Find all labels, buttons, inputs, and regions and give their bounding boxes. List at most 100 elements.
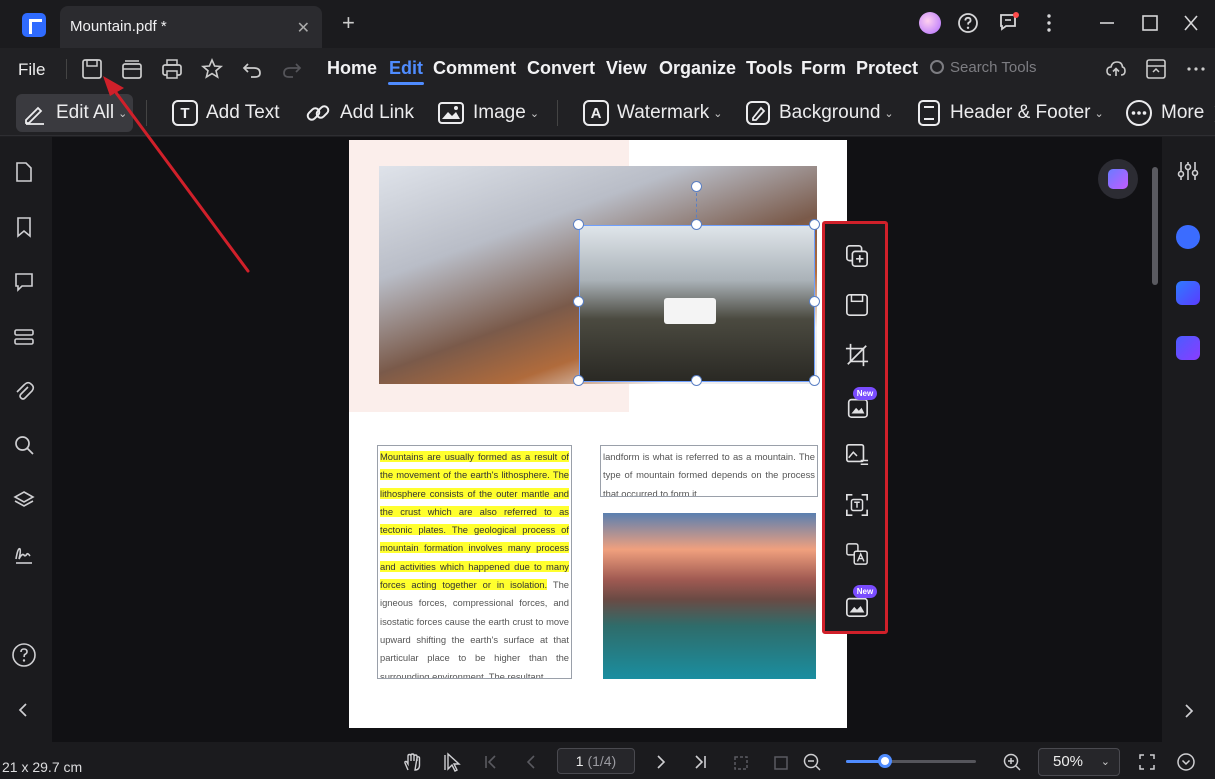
menu-organize[interactable]: Organize <box>659 58 736 79</box>
text-icon: T <box>172 100 198 126</box>
tab-close-icon[interactable]: ✕ <box>297 18 310 38</box>
header-footer-icon <box>918 100 940 126</box>
menu-protect[interactable]: Protect <box>856 58 918 79</box>
redo-icon[interactable] <box>280 57 304 81</box>
print-icon[interactable] <box>160 57 184 81</box>
add-link-button[interactable]: Add Link <box>304 94 414 132</box>
more-vertical-icon[interactable] <box>1040 12 1058 34</box>
check-app-icon[interactable] <box>1176 336 1200 360</box>
collapse-left-icon[interactable] <box>15 699 33 721</box>
file-menu[interactable]: File <box>18 60 45 80</box>
save-icon[interactable] <box>80 57 104 81</box>
menu-comment[interactable]: Comment <box>433 58 516 79</box>
select-tool-icon[interactable] <box>443 752 463 772</box>
page-thumbnail-icon[interactable] <box>13 161 35 183</box>
crop-icon[interactable] <box>844 343 870 367</box>
resize-handle[interactable] <box>691 375 702 386</box>
rotate-left-icon[interactable] <box>731 752 751 772</box>
properties-icon[interactable] <box>1176 159 1200 183</box>
minimize-icon[interactable] <box>1098 12 1116 34</box>
rotate-right-icon[interactable] <box>771 752 791 772</box>
notification-dot <box>1013 12 1019 18</box>
last-page-icon[interactable] <box>691 752 709 772</box>
layers-icon[interactable] <box>13 489 35 511</box>
maximize-icon[interactable] <box>1141 12 1159 34</box>
toolbar-separator <box>146 100 147 126</box>
selected-jeep-image[interactable] <box>579 225 815 382</box>
help-icon[interactable] <box>957 12 979 34</box>
translate-app-icon[interactable] <box>1176 281 1200 305</box>
attachment-icon[interactable] <box>13 380 35 402</box>
translate-icon[interactable] <box>844 542 870 566</box>
more-button[interactable]: More❯ <box>1125 94 1215 132</box>
next-page-icon[interactable] <box>652 752 670 772</box>
vertical-scrollbar[interactable] <box>1152 167 1158 285</box>
undo-icon[interactable] <box>240 57 264 81</box>
menu-home[interactable]: Home <box>327 58 377 79</box>
watermark-button[interactable]: A Watermark ⌄ <box>583 94 722 132</box>
zoom-in-icon[interactable] <box>1002 752 1022 772</box>
menu-edit[interactable]: Edit <box>389 58 423 79</box>
text-block-right[interactable]: landform is what is referred to as a mou… <box>600 445 818 497</box>
status-bar: 21 x 29.7 cm 1 (1/4) 50% ⌄ <box>0 742 1215 779</box>
new-tab-button[interactable]: + <box>342 12 355 34</box>
previous-page-icon[interactable] <box>522 752 540 772</box>
image-edit-icon[interactable] <box>844 443 870 467</box>
comment-icon[interactable] <box>13 271 35 293</box>
resize-handle[interactable] <box>809 375 820 386</box>
expand-right-icon[interactable] <box>1179 699 1197 723</box>
toolbar-separator <box>557 100 558 126</box>
current-page: 1 <box>575 753 584 769</box>
edit-all-button[interactable]: Edit All ⌄ <box>16 94 134 132</box>
ai-assistant-bubble[interactable] <box>1098 159 1138 199</box>
resize-handle[interactable] <box>809 219 820 230</box>
cloud-upload-icon[interactable] <box>1104 57 1128 81</box>
statusbar-expand-icon[interactable] <box>1176 752 1196 772</box>
ocr-text-icon[interactable] <box>844 493 870 517</box>
resize-handle[interactable] <box>573 375 584 386</box>
more-horizontal-icon[interactable] <box>1184 57 1208 81</box>
avatar[interactable] <box>919 12 941 34</box>
add-text-button[interactable]: T Add Text <box>172 94 280 132</box>
replace-image-icon[interactable] <box>844 244 870 268</box>
search-tools-input[interactable]: Search Tools <box>930 59 1036 76</box>
close-icon[interactable] <box>1182 12 1200 34</box>
help-icon[interactable] <box>11 642 37 668</box>
chevron-down-icon: ⌄ <box>884 107 894 120</box>
page-number-field[interactable]: 1 (1/4) <box>557 748 635 774</box>
zoom-select[interactable]: 50% ⌄ <box>1038 748 1120 776</box>
menu-form[interactable]: Form <box>801 58 846 79</box>
collapse-ribbon-icon[interactable] <box>1144 57 1168 81</box>
save-as-icon[interactable] <box>120 57 144 81</box>
bookmark-icon[interactable] <box>13 216 35 238</box>
menu-view[interactable]: View <box>606 58 647 79</box>
lake-image[interactable] <box>603 513 816 679</box>
background-label: Background <box>779 102 881 123</box>
resize-handle[interactable] <box>809 296 820 307</box>
star-icon[interactable] <box>200 57 224 81</box>
search-icon[interactable] <box>13 434 35 456</box>
fit-page-icon[interactable] <box>1137 752 1157 772</box>
resize-handle[interactable] <box>573 219 584 230</box>
zoom-slider-knob[interactable] <box>878 754 892 768</box>
zoom-out-icon[interactable] <box>802 752 822 772</box>
chevron-down-icon: ⌄ <box>118 107 128 120</box>
text-block-left[interactable]: Mountains are usually formed as a result… <box>377 445 572 679</box>
first-page-icon[interactable] <box>482 752 500 772</box>
zoom-slider[interactable] <box>846 754 976 768</box>
ai-bot-icon[interactable] <box>1176 225 1200 249</box>
signature-icon[interactable] <box>13 543 35 565</box>
resize-handle[interactable] <box>573 296 584 307</box>
image-button[interactable]: Image ⌄ <box>437 94 539 132</box>
menu-tools[interactable]: Tools <box>746 58 793 79</box>
menu-convert[interactable]: Convert <box>527 58 595 79</box>
header-footer-button[interactable]: Header & Footer ⌄ <box>916 94 1104 132</box>
left-sidebar <box>0 137 52 742</box>
resize-handle[interactable] <box>691 219 702 230</box>
rotate-handle[interactable] <box>691 181 702 192</box>
save-image-icon[interactable] <box>844 293 870 317</box>
background-button[interactable]: Background ⌄ <box>745 94 894 132</box>
hand-tool-icon[interactable] <box>402 752 422 772</box>
document-tab[interactable]: Mountain.pdf * ✕ <box>60 6 322 48</box>
fields-icon[interactable] <box>13 326 35 348</box>
